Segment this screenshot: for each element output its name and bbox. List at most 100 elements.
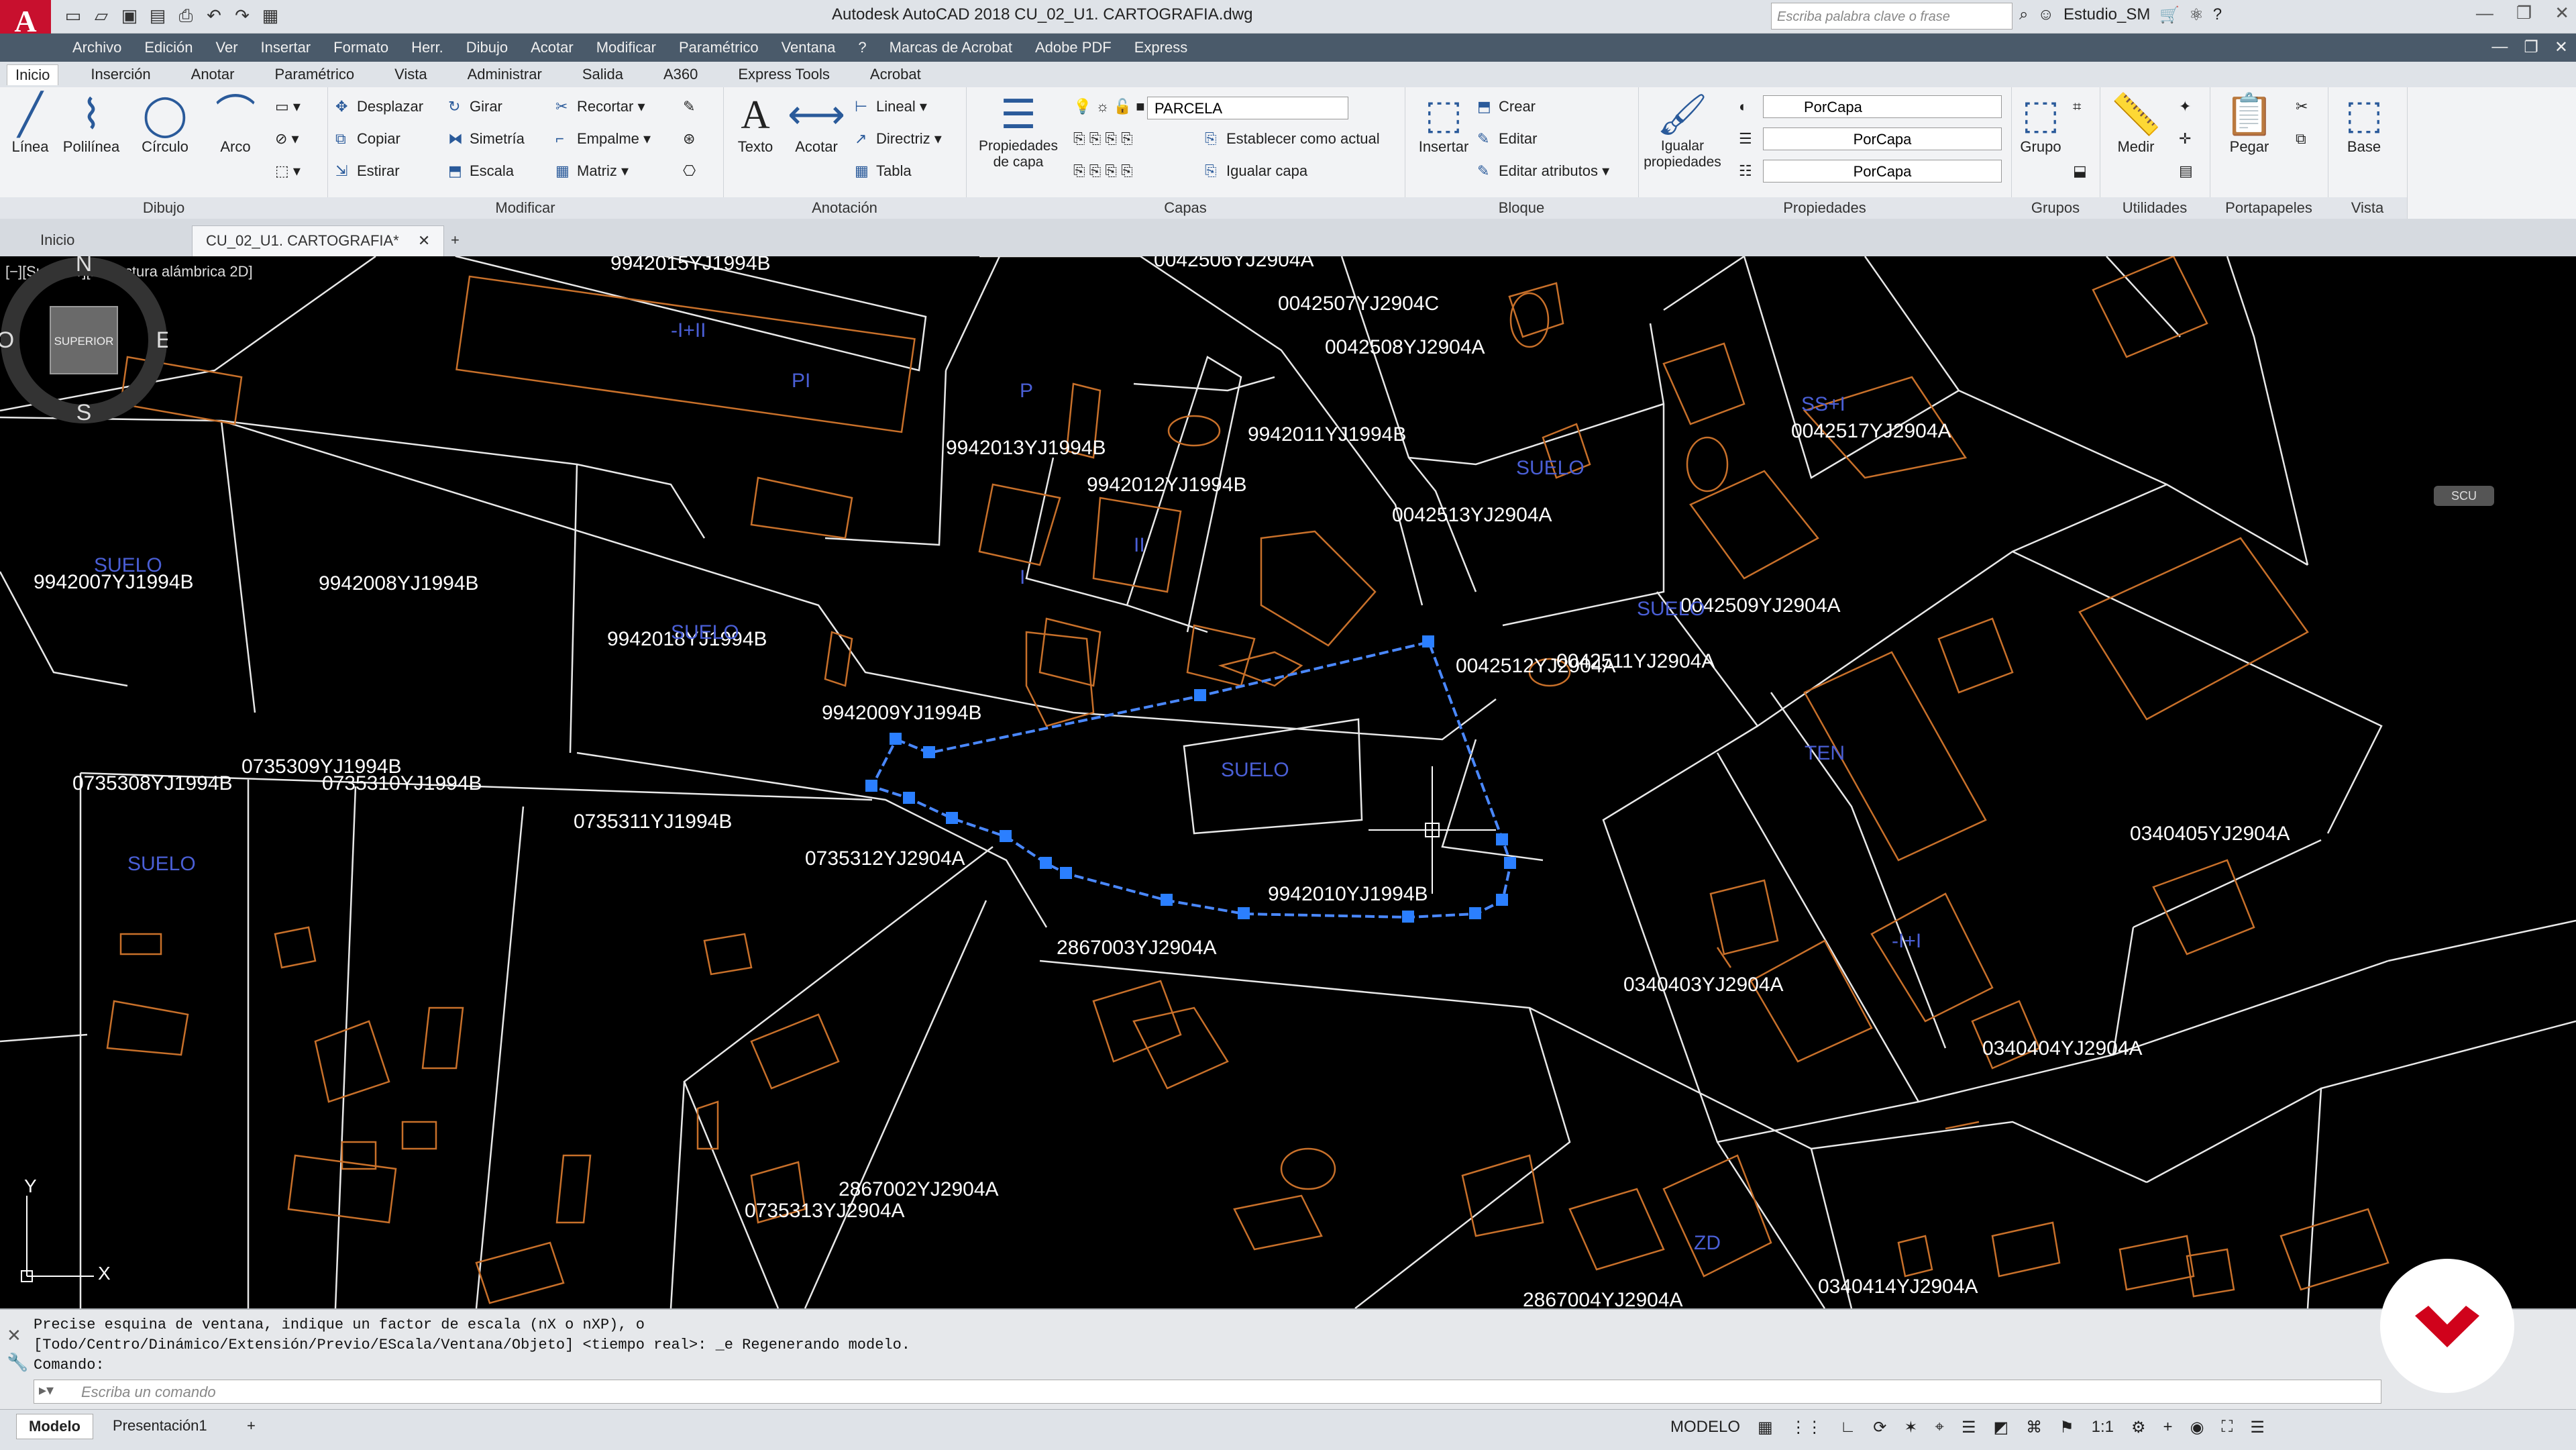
annotation-scale[interactable]: 1:1 <box>2092 1418 2114 1437</box>
minimize-icon[interactable]: — <box>2476 3 2493 23</box>
menu-item[interactable]: Ver <box>216 39 238 56</box>
ribbon-tab[interactable]: Inserción <box>83 64 158 85</box>
transparency-icon[interactable]: ◩ <box>1993 1418 2008 1437</box>
exchange-icon[interactable]: ⚛ <box>2189 5 2204 25</box>
close-icon[interactable]: ✕ <box>2555 3 2569 23</box>
polar-icon[interactable]: ⟳ <box>1873 1418 1886 1437</box>
calc-icon[interactable]: ▤ <box>2179 162 2193 180</box>
hatch-icon[interactable]: ⊘ ▾ <box>275 130 299 148</box>
color-dropdown[interactable]: PorCapa <box>1763 95 2002 118</box>
tab-start[interactable]: Inicio <box>27 225 88 256</box>
layer-tools-row1[interactable]: ⎘ ⎘ ⎘ ⎘ <box>1073 130 1133 148</box>
isodraft-icon[interactable]: ✶ <box>1904 1418 1917 1437</box>
doc-minimize-icon[interactable]: — <box>2491 38 2508 57</box>
panel-title-portapapeles[interactable]: Portapapeles <box>2210 197 2328 219</box>
rotate-button[interactable]: ↻ Girar <box>448 98 502 115</box>
menu-item[interactable]: Marcas de Acrobat <box>890 39 1012 56</box>
erase-icon[interactable]: ✎ <box>683 98 695 115</box>
lineweight-status-icon[interactable]: ☰ <box>1962 1418 1976 1437</box>
annotation-icon[interactable]: ⚑ <box>2059 1418 2074 1437</box>
fullscreen-icon[interactable]: ⛶ <box>2222 1418 2233 1437</box>
close-command-icon[interactable]: ✕ <box>7 1326 21 1347</box>
doc-restore-icon[interactable]: ❐ <box>2524 38 2538 57</box>
paste-button[interactable]: 📋 Pegar <box>2212 91 2286 156</box>
text-button[interactable]: A Texto <box>729 91 782 156</box>
ribbon-tab[interactable]: Acrobat <box>862 64 929 85</box>
copy-button[interactable]: ⧉ Copiar <box>335 130 400 148</box>
layer-state-icons[interactable]: 💡 ☼ 🔓 ■ <box>1073 98 1145 115</box>
cut-icon[interactable]: ✂ <box>2296 98 2308 115</box>
menu-item[interactable]: Adobe PDF <box>1035 39 1112 56</box>
print-icon[interactable]: ⎙ <box>174 4 197 27</box>
panel-title-utilidades[interactable]: Utilidades <box>2100 197 2210 219</box>
compass-south[interactable]: S <box>76 400 92 424</box>
insert-button[interactable]: ⬚ Insertar <box>1410 91 1477 156</box>
edit-attributes-button[interactable]: ✎ Editar atributos ▾ <box>1477 162 1609 180</box>
linetype-dropdown[interactable]: PorCapa <box>1763 127 2002 150</box>
menu-item[interactable]: Archivo <box>72 39 121 56</box>
fillet-button[interactable]: ⌐ Empalme ▾ <box>555 130 651 148</box>
add-layout-icon[interactable]: + <box>235 1414 268 1438</box>
snap-icon[interactable]: ⋮⋮ <box>1790 1418 1823 1437</box>
command-input[interactable]: Escriba un comando <box>34 1380 2381 1404</box>
new-tab-icon[interactable]: + <box>437 225 473 256</box>
copy-clip-icon[interactable]: ⧉ <box>2296 130 2306 148</box>
edit-block-button[interactable]: ✎ Editar <box>1477 130 1537 148</box>
model-space-toggle[interactable]: MODELO <box>1670 1418 1740 1437</box>
scale-button[interactable]: ⬒ Escala <box>448 162 514 180</box>
menu-item[interactable]: Insertar <box>261 39 311 56</box>
group-button[interactable]: ⬚ Grupo <box>2014 91 2068 156</box>
selected-parcel[interactable] <box>865 635 1516 923</box>
ucs-menu-button[interactable]: SCU <box>2434 486 2494 506</box>
selection-cycling-icon[interactable]: ⌘ <box>2026 1418 2042 1437</box>
dimension-button[interactable]: ⟷ Acotar <box>786 91 847 156</box>
ribbon-tab[interactable]: Inicio <box>7 64 59 85</box>
layer-properties-button[interactable]: ☰ Propiedades de capa <box>971 91 1065 170</box>
offset-icon[interactable]: ⎔ <box>683 162 696 180</box>
tab-current-file[interactable]: CU_02_U1. CARTOGRAFIA* ✕ <box>192 225 445 257</box>
wrench-icon[interactable]: 🔧 <box>7 1353 28 1374</box>
ribbon-tab[interactable]: Vista <box>386 64 435 85</box>
panel-title-vista[interactable]: Vista <box>2328 197 2407 219</box>
drawing-area[interactable]: 9942013YJ1994B 9942012YJ1994B 9942011YJ199… <box>0 256 2576 1308</box>
undo-icon[interactable]: ↶ <box>203 4 225 27</box>
quickcalc-icon[interactable]: ✦ <box>2179 98 2191 115</box>
ortho-icon[interactable]: ∟ <box>1840 1418 1856 1437</box>
menu-item[interactable]: Express <box>1134 39 1187 56</box>
doc-close-icon[interactable]: ✕ <box>2555 38 2568 57</box>
circle-button[interactable]: ◯ Círculo <box>131 91 199 156</box>
cadastral-map[interactable]: 9942013YJ1994B 9942012YJ1994B 9942011YJ199… <box>0 256 2576 1308</box>
menu-item[interactable]: Formato <box>333 39 388 56</box>
help-icon[interactable]: ? <box>2213 5 2222 25</box>
ungroup-icon[interactable]: ⌗ <box>2073 98 2081 115</box>
menu-item[interactable]: Herr. <box>411 39 443 56</box>
search-input[interactable]: Escriba palabra clave o frase <box>1771 3 2012 30</box>
binoculars-icon[interactable]: ⌕ <box>2019 5 2028 25</box>
panel-title-anotacion[interactable]: Anotación <box>723 197 966 219</box>
region-icon[interactable]: ⬚ ▾ <box>275 162 301 180</box>
match-properties-button[interactable]: 🖌 Igualar propiedades <box>1642 91 1723 170</box>
panel-title-modificar[interactable]: Modificar <box>327 197 723 219</box>
table-button[interactable]: ▦ Tabla <box>855 162 912 180</box>
menu-item[interactable]: Ventana <box>782 39 836 56</box>
layer-tools-row2[interactable]: ⎘ ⎘ ⎘ ⎘ <box>1073 162 1133 180</box>
base-view-button[interactable]: ⬚ Base <box>2330 91 2398 156</box>
ribbon-tab[interactable]: Paramétrico <box>266 64 362 85</box>
menu-item[interactable]: Modificar <box>596 39 656 56</box>
close-tab-icon[interactable]: ✕ <box>418 232 430 249</box>
point-icon[interactable]: ✛ <box>2179 130 2191 148</box>
save-icon[interactable]: ▣ <box>118 4 141 27</box>
cart-icon[interactable]: 🛒 <box>2159 5 2180 25</box>
menu-item[interactable]: Acotar <box>531 39 574 56</box>
layer-dropdown[interactable]: PARCELA <box>1147 97 1348 119</box>
grid-icon[interactable]: ▦ <box>1758 1418 1773 1437</box>
match-layer-button[interactable]: ⎘ Igualar capa <box>1205 162 1307 180</box>
trim-button[interactable]: ✂ Recortar ▾ <box>555 98 645 115</box>
compass-north[interactable]: N <box>76 256 93 276</box>
selection-grips[interactable] <box>865 635 1516 923</box>
panel-title-capas[interactable]: Capas <box>966 197 1405 219</box>
restore-icon[interactable]: ❐ <box>2516 3 2532 23</box>
compass-east[interactable]: E <box>156 327 168 353</box>
compass-west[interactable]: O <box>0 327 14 353</box>
ribbon-tab[interactable]: Salida <box>574 64 631 85</box>
